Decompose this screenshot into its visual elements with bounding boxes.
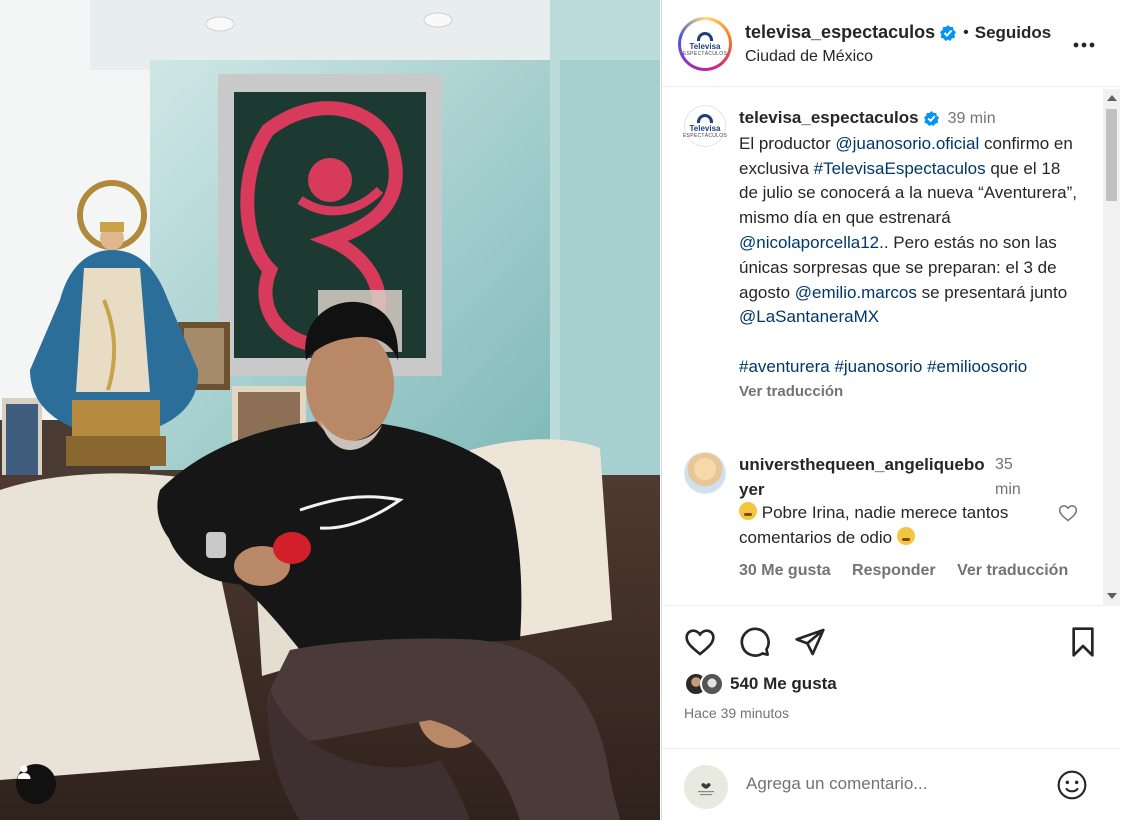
- caption-link[interactable]: @emilio.marcos: [795, 283, 917, 302]
- televisa-logo: Televisa ESPECTÁCULOS: [681, 20, 729, 68]
- comments-scrollbar[interactable]: [1103, 89, 1120, 605]
- post-caption: televisa_espectaculos 39 min El productor…: [739, 106, 1079, 405]
- caption-author-avatar[interactable]: Televisa ESPECTÁCULOS: [683, 105, 727, 147]
- comment-heart-icon[interactable]: [1058, 503, 1078, 523]
- caption-text-fragment: se presentará junto: [916, 282, 1068, 302]
- share-icon[interactable]: [793, 626, 827, 658]
- post-timestamp[interactable]: Hace 39 minutos: [684, 705, 789, 721]
- avatar-heart-icon: [698, 783, 714, 796]
- post-sidebar: Televisa ESPECTÁCULOS televisa_espectacu…: [661, 0, 1121, 820]
- tagged-users-button[interactable]: [16, 764, 56, 804]
- likes-row: 540 Me gusta: [684, 672, 837, 696]
- commenter-avatar[interactable]: [684, 452, 726, 494]
- photo-illustration: [0, 0, 660, 820]
- separator-dot: •: [963, 23, 969, 41]
- comment-icon[interactable]: [738, 626, 772, 658]
- caption-text: El productor @juanosorio.oficial confirm…: [739, 134, 1077, 327]
- add-comment-row: [662, 748, 1121, 820]
- comments-scroll-area[interactable]: Televisa ESPECTÁCULOS televisa_espectacu…: [662, 88, 1121, 606]
- worried-face-emoji-icon: [739, 502, 757, 520]
- add-comment-input[interactable]: [746, 774, 1046, 794]
- post-photo[interactable]: [0, 0, 660, 820]
- post-header: Televisa ESPECTÁCULOS televisa_espectacu…: [662, 0, 1121, 87]
- liker-avatar[interactable]: [700, 672, 724, 696]
- bookmark-icon[interactable]: [1067, 626, 1099, 658]
- comment-likes-count[interactable]: 30 Me gusta: [739, 562, 831, 579]
- caption-link[interactable]: @LaSantaneraMX: [739, 307, 879, 326]
- commenter-username[interactable]: universthequeen_angeliqueboyer: [739, 452, 989, 502]
- see-translation-link[interactable]: Ver traducción: [739, 380, 1079, 405]
- caption-hashtag[interactable]: #aventurera: [739, 357, 834, 376]
- more-options-button[interactable]: [1072, 32, 1096, 55]
- comment-reply-button[interactable]: Responder: [852, 562, 936, 579]
- user-tag-icon: [17, 765, 31, 779]
- post-likes-count[interactable]: 540 Me gusta: [730, 674, 837, 694]
- verified-icon: [940, 24, 957, 41]
- verified-icon: [923, 110, 939, 127]
- comment-text: Pobre Irina, nadie merece tantos comenta…: [739, 502, 1009, 547]
- author-username[interactable]: televisa_espectaculos: [745, 22, 935, 43]
- caption-time[interactable]: 39 min: [948, 110, 996, 127]
- current-user-avatar[interactable]: [684, 765, 728, 809]
- header-title-row: televisa_espectaculos • Seguidos: [745, 22, 1051, 43]
- caption-text-fragment: El productor: [739, 133, 836, 153]
- caption-hashtag[interactable]: #emilioosorio: [927, 357, 1027, 376]
- more-icon: [1073, 42, 1095, 48]
- comment-time[interactable]: 35 min: [995, 452, 1035, 502]
- scroll-down-arrow-icon[interactable]: [1107, 593, 1117, 599]
- instagram-post-modal: Televisa ESPECTÁCULOS televisa_espectacu…: [0, 0, 1121, 820]
- following-button[interactable]: Seguidos: [975, 23, 1052, 43]
- caption-link[interactable]: @juanosorio.oficial: [835, 134, 979, 153]
- post-location[interactable]: Ciudad de México: [745, 48, 873, 66]
- comment-see-translation[interactable]: Ver traducción: [957, 562, 1068, 579]
- caption-link[interactable]: @nicolaporcella12: [739, 233, 879, 252]
- author-avatar[interactable]: Televisa ESPECTÁCULOS: [678, 17, 732, 71]
- worried-face-emoji-icon: [896, 527, 915, 545]
- scrollbar-thumb[interactable]: [1106, 109, 1117, 201]
- caption-hashtags: #aventurera #juanosorio #emilioosorio: [739, 357, 1027, 376]
- caption-hashtag[interactable]: #juanosorio: [834, 357, 927, 376]
- emoji-icon[interactable]: [1056, 769, 1088, 801]
- post-actions-bar: [662, 606, 1121, 676]
- scroll-up-arrow-icon[interactable]: [1107, 95, 1117, 101]
- comment-actions: 30 Me gusta Responder Ver traducción: [739, 562, 1085, 580]
- caption-username[interactable]: televisa_espectaculos: [739, 108, 919, 127]
- caption-link[interactable]: #TelevisaEspectaculos: [814, 159, 986, 178]
- heart-icon[interactable]: [683, 626, 717, 658]
